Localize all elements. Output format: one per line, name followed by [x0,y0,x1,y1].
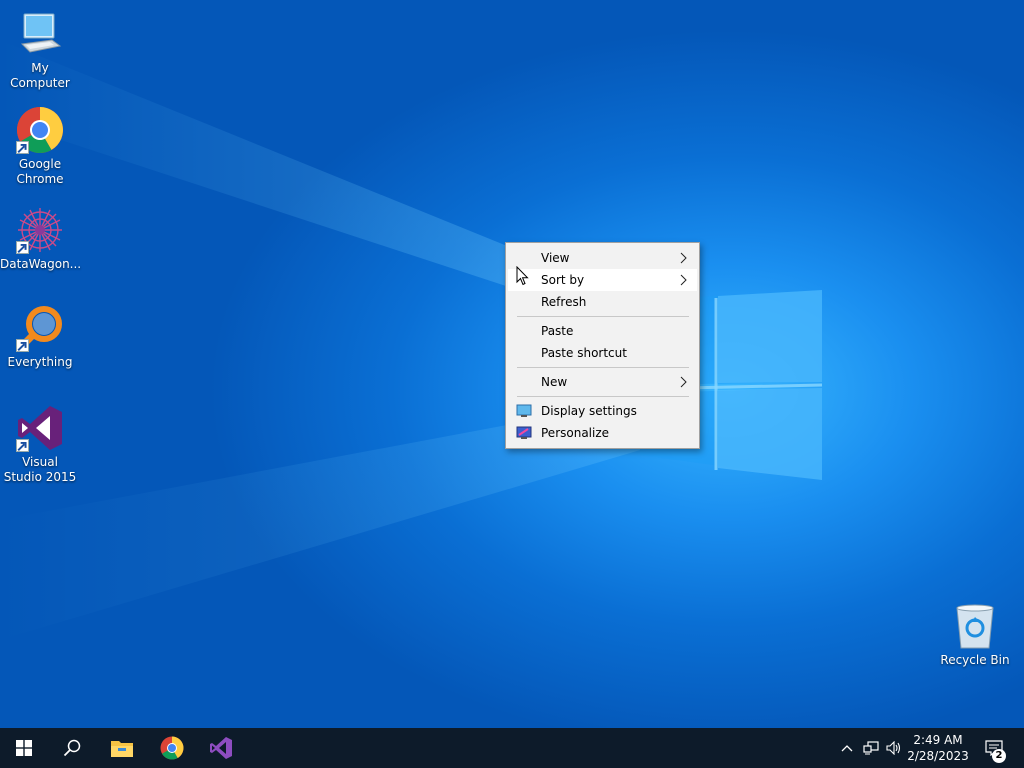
menu-item-label: Paste [541,324,574,338]
chevron-right-icon [680,252,687,264]
shortcut-arrow-icon [16,439,29,452]
menu-item-refresh[interactable]: Refresh [508,291,697,313]
menu-item-label: Sort by [541,273,585,287]
desktop-icon-recycle-bin[interactable]: Recycle Bin [935,602,1015,668]
personalize-icon [516,426,532,439]
clock-time: 2:49 AM [913,733,963,747]
menu-separator [517,316,689,317]
menu-item-sort-by[interactable]: Sort by [508,269,697,291]
chevron-right-icon [680,274,687,286]
clock-date: 2/28/2023 [907,749,969,763]
menu-item-label: New [541,375,568,389]
taskbar-file-explorer[interactable] [98,728,146,768]
mouse-cursor-icon [516,266,529,286]
shortcut-arrow-icon [16,141,29,154]
desktop-icon-google-chrome[interactable]: Google Chrome [0,106,80,187]
desktop-icon-label: Visual Studio 2015 [3,455,77,484]
desktop-icon-label: Recycle Bin [940,653,1010,667]
desktop-icon-my-computer[interactable]: My Computer [0,10,80,91]
desktop-icon-datawagon[interactable]: DataWagon... [0,206,82,272]
start-button[interactable] [0,728,48,768]
visual-studio-icon [210,737,232,759]
desktop[interactable]: My Computer Google Chrome DataWagon... E… [0,0,1024,728]
menu-item-view[interactable]: View [508,247,697,269]
menu-item-paste-shortcut[interactable]: Paste shortcut [508,342,697,364]
search-icon [63,739,81,757]
shortcut-arrow-icon [16,241,29,254]
file-explorer-icon [111,741,133,757]
desktop-icon-label: My Computer [10,61,70,90]
notification-count-badge: 2 [992,749,1006,763]
network-icon [863,741,879,755]
windows-start-icon [16,740,32,756]
desktop-context-menu: View Sort by Refresh Paste Paste shortcu… [505,242,700,449]
network-tray-button[interactable] [860,728,882,768]
taskbar-clock[interactable]: 2:49 AM 2/28/2023 [900,728,976,768]
taskbar-visual-studio[interactable] [197,728,245,768]
display-settings-icon [516,404,532,417]
menu-item-personalize[interactable]: Personalize [508,422,697,444]
desktop-icon-visual-studio[interactable]: Visual Studio 2015 [0,404,80,485]
menu-item-paste[interactable]: Paste [508,320,697,342]
desktop-icon-everything[interactable]: Everything [0,304,80,370]
taskbar: 2:49 AM 2/28/2023 2 [0,728,1024,768]
taskbar-chrome[interactable] [148,728,196,768]
desktop-icon-label: DataWagon... [0,257,82,271]
menu-item-label: Paste shortcut [541,346,627,360]
shortcut-arrow-icon [16,339,29,352]
menu-item-new[interactable]: New [508,371,697,393]
menu-item-display-settings[interactable]: Display settings [508,400,697,422]
chevron-up-icon [841,745,853,752]
chrome-icon [160,736,184,760]
desktop-icon-label: Everything [7,355,73,369]
recycle-bin-icon [956,604,994,649]
menu-item-label: Display settings [541,404,637,418]
monitor-icon [20,13,62,53]
menu-item-label: Personalize [541,426,610,440]
menu-item-label: View [541,251,570,265]
show-hidden-icons-button[interactable] [838,728,856,768]
menu-separator [517,367,689,368]
chevron-right-icon [680,376,687,388]
menu-separator [517,396,689,397]
taskbar-search-button[interactable] [48,728,96,768]
menu-item-label: Refresh [541,295,587,309]
action-center-button[interactable] [980,728,1008,768]
